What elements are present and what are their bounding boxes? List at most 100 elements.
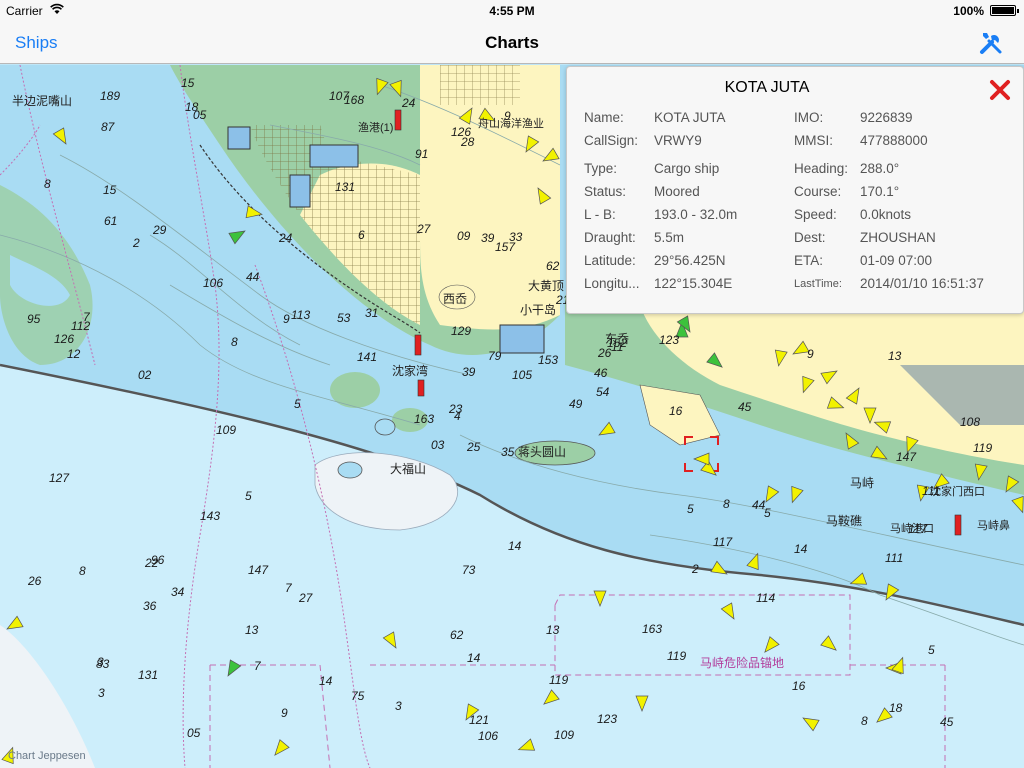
ship-marker[interactable]: [382, 631, 402, 651]
ship-marker[interactable]: [826, 395, 846, 415]
battery-icon: [990, 5, 1019, 16]
ship-marker[interactable]: [458, 105, 478, 125]
depth-sounding: 14: [508, 539, 522, 553]
ship-marker[interactable]: [800, 712, 820, 732]
depth-sounding: 6: [358, 228, 365, 242]
ship-marker[interactable]: [785, 485, 805, 505]
ship-marker[interactable]: [676, 315, 696, 335]
ship-marker[interactable]: [870, 445, 890, 465]
depth-sounding: 46: [594, 366, 608, 380]
depth-sounding: 7: [285, 581, 292, 595]
ship-marker[interactable]: [745, 551, 765, 571]
depth-sounding: 8: [861, 714, 868, 728]
ship-marker[interactable]: [270, 739, 290, 759]
depth-sounding: 53: [337, 311, 351, 325]
depth-sounding: 24: [402, 96, 416, 110]
info-label: IMO:: [794, 110, 824, 125]
ship-marker[interactable]: [590, 588, 610, 608]
ship-marker[interactable]: [796, 375, 816, 395]
depth-sounding: 95: [27, 312, 41, 326]
depth-sounding: 113: [291, 308, 311, 322]
ship-marker[interactable]: [540, 147, 560, 167]
tools-icon[interactable]: [978, 30, 1004, 56]
ship-marker[interactable]: [692, 449, 712, 469]
ship-marker[interactable]: [840, 430, 860, 450]
close-icon[interactable]: [989, 79, 1011, 101]
info-label: Speed:: [794, 207, 837, 222]
info-value: 193.0 - 32.0m: [654, 207, 738, 222]
place-label: 大黄顶: [528, 279, 565, 293]
ship-marker[interactable]: [880, 583, 900, 603]
ship-marker[interactable]: [845, 385, 865, 405]
ship-marker[interactable]: [596, 421, 616, 441]
ship-marker[interactable]: [890, 655, 910, 675]
depth-sounding: 5: [928, 643, 935, 657]
depth-sounding: 27: [299, 591, 313, 605]
ship-marker[interactable]: [1000, 475, 1020, 495]
depth-sounding: 14: [467, 651, 481, 665]
ship-marker[interactable]: [720, 602, 740, 622]
ship-marker[interactable]: [820, 365, 840, 385]
depth-sounding: 126: [54, 332, 75, 346]
ship-marker[interactable]: [52, 127, 72, 147]
ship-marker[interactable]: [228, 225, 248, 245]
ship-marker[interactable]: [222, 659, 242, 679]
info-label: Type:: [584, 161, 618, 176]
depth-sounding: 5: [294, 397, 301, 411]
ship-marker[interactable]: [4, 615, 24, 635]
ship-marker[interactable]: [540, 689, 560, 709]
ship-marker[interactable]: [532, 185, 552, 205]
depth-sounding: 34: [171, 585, 185, 599]
depth-sounding: 131: [335, 180, 356, 194]
ship-marker[interactable]: [820, 635, 840, 655]
depth-sounding: 05: [187, 726, 201, 740]
depth-sounding: 126: [451, 125, 472, 139]
ship-marker[interactable]: [770, 348, 790, 368]
ship-marker[interactable]: [706, 352, 726, 372]
depth-sounding: 44: [246, 270, 260, 284]
depth-sounding: 45: [738, 400, 752, 414]
depth-sounding: 14: [319, 674, 333, 688]
ship-marker[interactable]: [520, 135, 540, 155]
depth-sounding: 39: [481, 231, 495, 245]
depth-sounding: 9: [281, 706, 288, 720]
depth-sounding: 35: [501, 445, 515, 459]
ship-marker[interactable]: [370, 77, 390, 97]
depth-sounding: 16: [669, 404, 683, 418]
depth-sounding: 109: [216, 423, 237, 437]
depth-sounding: 02: [138, 368, 152, 382]
depth-sounding: 119: [549, 673, 569, 687]
place-label: 半边泥嘴山: [12, 94, 73, 108]
ship-marker[interactable]: [632, 693, 652, 713]
ship-marker[interactable]: [710, 560, 730, 580]
depth-sounding: 25: [467, 440, 481, 454]
depth-sounding: 123: [597, 712, 618, 726]
ship-marker[interactable]: [1010, 495, 1024, 515]
place-label: 西岙: [443, 292, 468, 306]
depth-sounding: 163: [642, 622, 663, 636]
ship-marker[interactable]: [872, 415, 892, 435]
info-label: Dest:: [794, 230, 826, 245]
depth-sounding: 119: [667, 649, 687, 663]
place-label: 渔港(1): [358, 122, 394, 134]
info-value: 2014/01/10 16:51:37: [860, 276, 984, 291]
ship-marker[interactable]: [970, 462, 990, 482]
clock: 4:55 PM: [489, 4, 535, 18]
depth-sounding: 141: [357, 350, 378, 364]
place-label: 马峙危险品锚地: [700, 656, 785, 670]
info-value: 01-09 07:00: [860, 253, 933, 268]
ship-marker[interactable]: [848, 571, 868, 591]
ship-marker[interactable]: [760, 636, 780, 656]
info-label: ETA:: [794, 253, 824, 268]
ship-marker[interactable]: [516, 737, 536, 757]
ship-marker[interactable]: [244, 203, 264, 223]
depth-sounding: 189: [100, 89, 121, 103]
info-label: Status:: [584, 184, 627, 199]
depth-sounding: 45: [940, 715, 954, 729]
info-label: Name:: [584, 110, 624, 125]
info-value: 477888000: [860, 133, 928, 148]
depth-sounding: 96: [151, 553, 165, 567]
depth-sounding: 24: [279, 231, 293, 245]
depth-sounding: 127: [49, 471, 70, 485]
place-label: 大福山: [390, 462, 427, 476]
